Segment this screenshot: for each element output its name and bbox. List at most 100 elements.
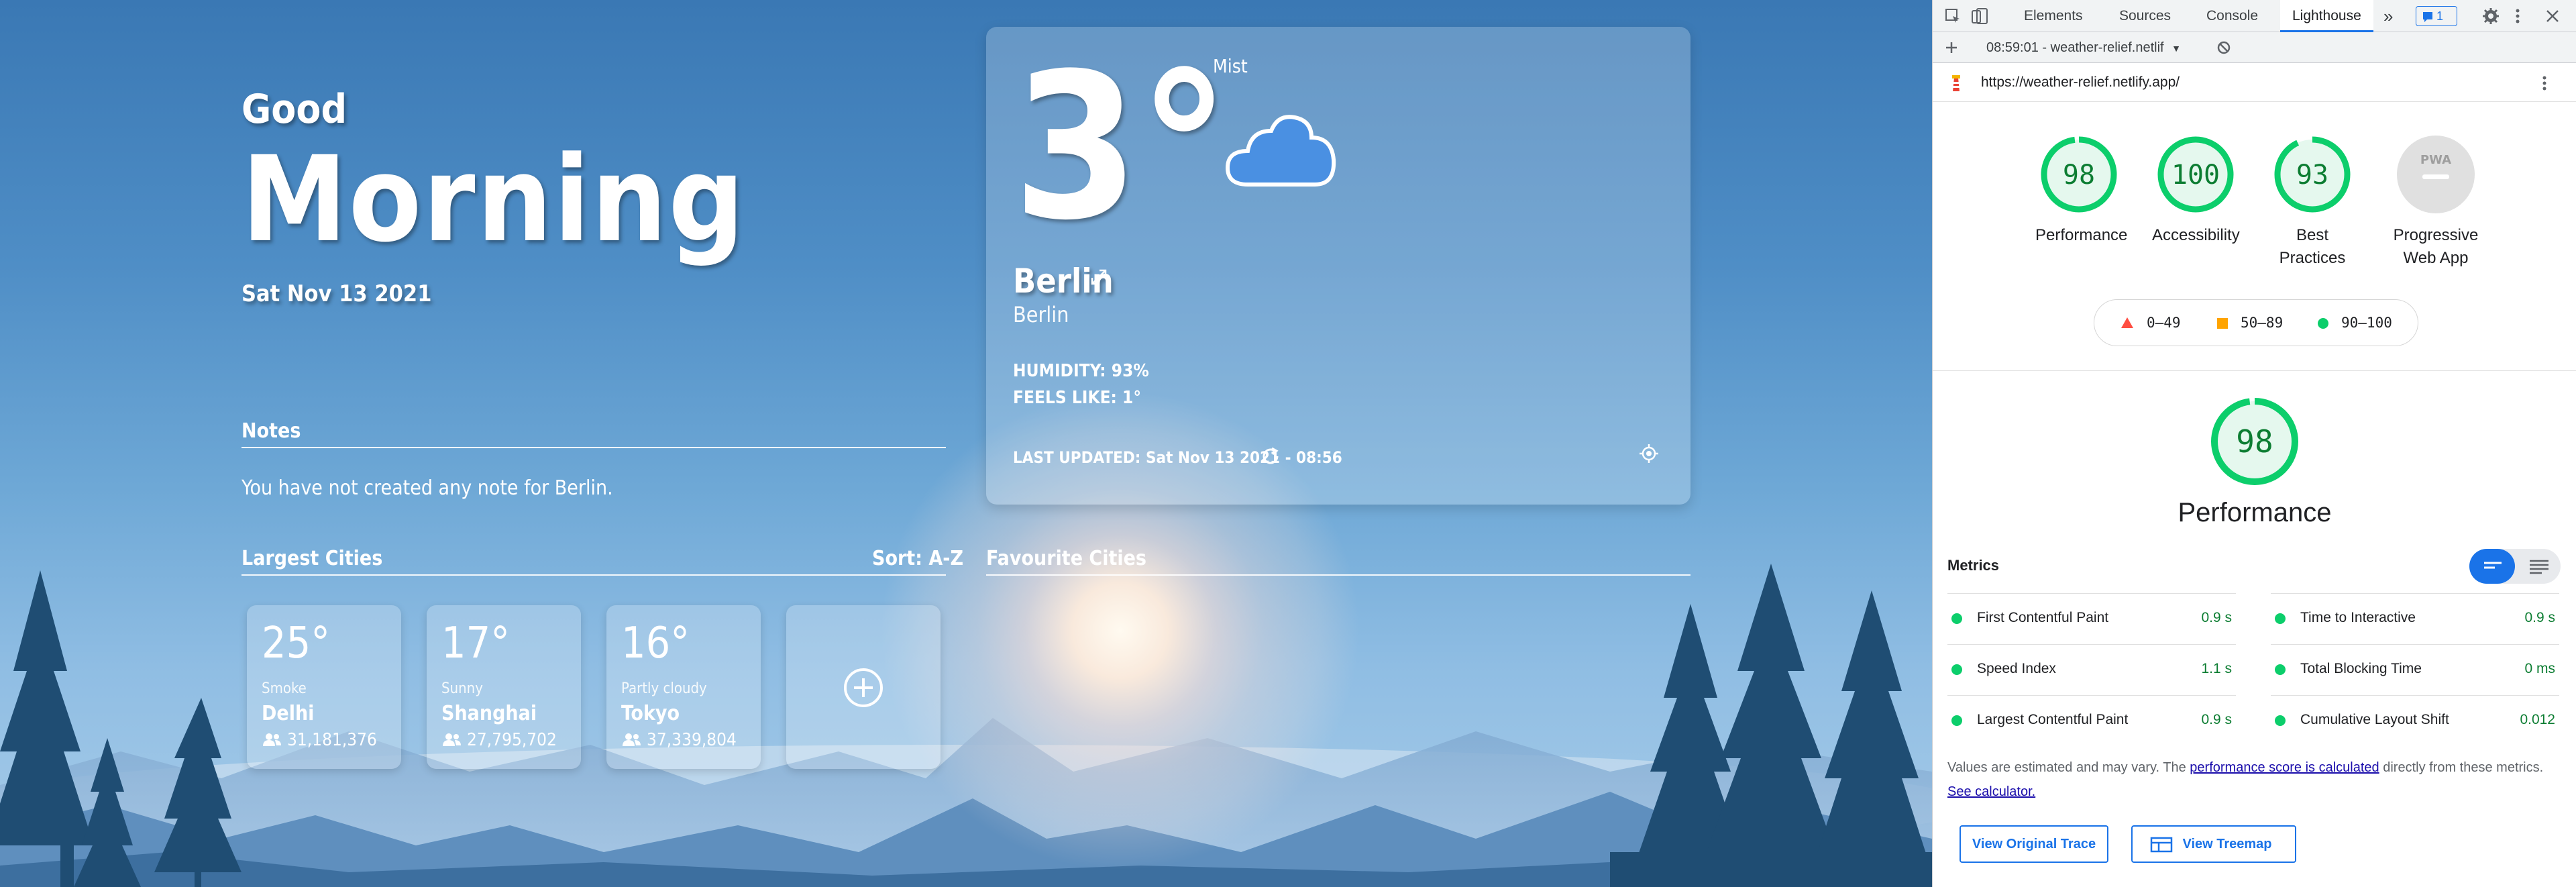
notes-divider — [241, 447, 946, 448]
compact-view-icon — [2484, 562, 2502, 569]
score-value: 93 — [2296, 160, 2328, 191]
city-card-condition: Smoke — [262, 680, 307, 697]
metric-value: 0.9 s — [2201, 610, 2232, 625]
score-value: 100 — [2171, 160, 2220, 191]
toggle-compact[interactable] — [2469, 549, 2515, 584]
expand-icon[interactable] — [1090, 268, 1108, 286]
metric-fcp: First Contentful Paint 0.9 s — [1947, 593, 2236, 643]
city-card-population: 27,795,702 — [467, 730, 557, 750]
city-card-population: 31,181,376 — [287, 730, 377, 750]
metrics-label: Metrics — [1947, 557, 2000, 574]
metrics-view-toggle[interactable] — [2469, 549, 2561, 584]
metric-name: Total Blocking Time — [2300, 661, 2422, 676]
score-best-practices[interactable]: 93 Best Practices — [2269, 134, 2356, 270]
score-accessibility[interactable]: 100 Accessibility — [2152, 134, 2240, 247]
pass-dot-icon — [2275, 664, 2286, 675]
score-label: Progressive Web App — [2385, 224, 2486, 270]
kebab-menu-icon[interactable] — [2514, 7, 2522, 25]
metric-name: Cumulative Layout Shift — [2300, 712, 2449, 727]
view-treemap-button[interactable]: View Treemap — [2131, 825, 2296, 863]
metric-value: 0 ms — [2524, 661, 2555, 676]
metric-cls: Cumulative Layout Shift 0.012 — [2271, 695, 2559, 745]
legend-pass: 90–100 — [2341, 315, 2392, 331]
add-city-button[interactable] — [786, 605, 941, 769]
city-card-name: Shanghai — [441, 702, 537, 725]
score-pwa[interactable]: PWA Progressive Web App — [2385, 134, 2486, 270]
section-divider — [1933, 370, 2576, 371]
report-url[interactable]: https://weather-relief.netlify.app/ — [1981, 74, 2180, 91]
expanded-view-icon[interactable] — [2528, 558, 2550, 574]
score-label-line1: Best — [2296, 226, 2329, 244]
plus-icon[interactable] — [1943, 40, 1960, 56]
devtools-panel: Elements Sources Console Lighthouse » 1 … — [1932, 0, 2576, 887]
score-gauge: 93 — [2274, 136, 2351, 213]
pwa-badge-icon: PWA — [2397, 136, 2475, 213]
issues-count: 1 — [2436, 9, 2444, 23]
report-bar: 08:59:01 - weather-relief.netlif ▼ — [1933, 32, 2576, 63]
score-gauge: 98 — [2041, 136, 2117, 213]
sort-button[interactable]: Sort: A-Z — [872, 547, 963, 570]
refresh-icon[interactable] — [1260, 446, 1281, 467]
performance-score: 98 — [2236, 423, 2273, 460]
score-gauge: 100 — [2157, 136, 2234, 213]
metric-name: Speed Index — [1977, 661, 2056, 676]
feels-like: FEELS LIKE: 1° — [1013, 388, 1142, 408]
favourite-cities-title: Favourite Cities — [986, 547, 1146, 570]
tab-elements[interactable]: Elements — [2017, 0, 2090, 32]
pass-dot-icon — [1951, 715, 1962, 726]
notes-title: Notes — [241, 419, 301, 443]
city-card-temp: 25° — [262, 619, 331, 668]
notes-empty-text: You have not created any note for Berlin… — [241, 476, 613, 500]
current-date: Sat Nov 13 2021 — [241, 280, 432, 307]
city-card-temp: 17° — [441, 619, 511, 668]
city-card-temp: 16° — [621, 619, 690, 668]
pass-dot-icon — [1951, 613, 1962, 624]
locate-icon[interactable] — [1638, 443, 1660, 464]
score-value: 98 — [2063, 160, 2095, 191]
score-calculated-link[interactable]: performance score is calculated — [2190, 760, 2379, 775]
url-bar: https://weather-relief.netlify.app/ — [1933, 63, 2576, 102]
metric-value: 0.012 — [2520, 712, 2555, 727]
gear-icon[interactable] — [2481, 7, 2500, 25]
score-label-line1: Progressive — [2393, 226, 2479, 244]
metric-lcp: Largest Contentful Paint 0.9 s — [1947, 695, 2236, 745]
weather-condition: Mist — [1213, 55, 1248, 77]
see-calculator-link[interactable]: See calculator. — [1947, 784, 2035, 799]
greeting-big: Morning — [241, 131, 746, 268]
tab-lighthouse[interactable]: Lighthouse — [2280, 0, 2373, 32]
city-card-name: Delhi — [262, 702, 315, 725]
view-treemap-label: View Treemap — [2182, 837, 2272, 851]
message-icon — [2423, 12, 2432, 22]
performance-gauge: 98 — [2211, 398, 2298, 485]
city-card-delhi[interactable]: 25° Smoke Delhi 31,181,376 — [247, 605, 401, 769]
score-label-line2: Practices — [2279, 249, 2346, 267]
average-square-icon — [2217, 318, 2228, 329]
score-label: Best Practices — [2269, 224, 2356, 270]
view-original-trace-button[interactable]: View Original Trace — [1960, 825, 2108, 863]
last-updated: LAST UPDATED: Sat Nov 13 2021 - 08:56 — [1013, 448, 1342, 467]
treemap-icon — [2150, 837, 2173, 853]
more-tabs-button[interactable]: » — [2383, 0, 2393, 32]
inspect-icon[interactable] — [1943, 7, 1962, 25]
kebab-menu-icon[interactable] — [2540, 74, 2548, 93]
metric-name: Time to Interactive — [2300, 610, 2416, 625]
metric-value: 0.9 s — [2524, 610, 2555, 625]
tab-sources[interactable]: Sources — [2112, 0, 2178, 32]
score-performance[interactable]: 98 Performance — [2035, 134, 2127, 247]
chevron-down-icon: ▼ — [2171, 43, 2182, 54]
report-select[interactable]: 08:59:01 - weather-relief.netlif ▼ — [1986, 40, 2181, 56]
legend-average: 50–89 — [2241, 315, 2284, 331]
clear-icon[interactable] — [2216, 40, 2232, 56]
close-icon[interactable] — [2543, 7, 2562, 25]
city-card-condition: Sunny — [441, 680, 483, 697]
metric-name: First Contentful Paint — [1977, 610, 2109, 625]
people-icon — [443, 733, 461, 746]
issues-badge[interactable]: 1 — [2416, 6, 2457, 26]
city-card-shanghai[interactable]: 17° Sunny Shanghai 27,795,702 — [427, 605, 581, 769]
tab-console[interactable]: Console — [2200, 0, 2265, 32]
city-card-tokyo[interactable]: 16° Partly cloudy Tokyo 37,339,804 — [606, 605, 761, 769]
device-toolbar-icon[interactable] — [1970, 7, 1989, 25]
score-legend: 0–49 50–89 90–100 — [2094, 299, 2418, 346]
performance-title: Performance — [2178, 498, 2332, 527]
add-icon — [844, 668, 883, 707]
